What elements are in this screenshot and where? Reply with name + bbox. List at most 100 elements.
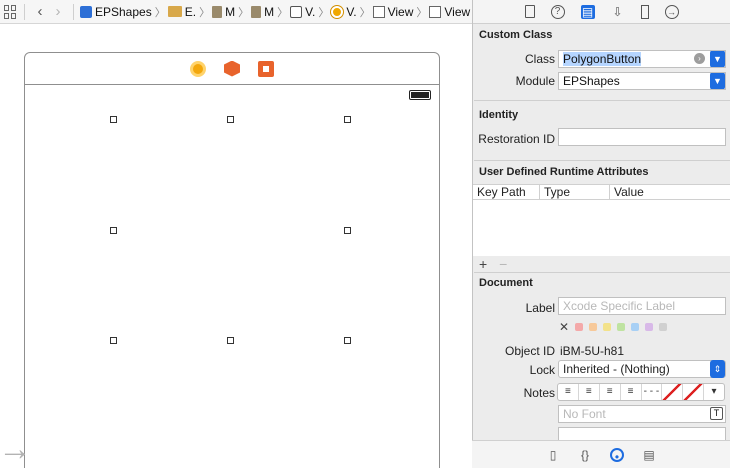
column-header[interactable]: Key Path (473, 185, 539, 201)
column-header[interactable]: Type (539, 185, 609, 201)
library-tab-bar: ▯ {} • ▤ (472, 440, 730, 468)
breadcrumb-item[interactable]: View 〉 (372, 0, 430, 23)
section-title: Identity (479, 109, 519, 121)
chevron-right-icon: 〉 (199, 6, 211, 19)
custom-class-section: Custom Class Class PolygonButton › ▼ Mod… (474, 25, 730, 101)
go-to-class-icon[interactable]: › (694, 53, 705, 64)
storyboard-canvas[interactable]: → (0, 24, 472, 468)
view-controller-icon[interactable] (190, 60, 206, 77)
label-color-swatch[interactable] (631, 323, 639, 331)
chevron-right-icon: 〉 (277, 6, 289, 19)
chevron-down-icon[interactable]: ▼ (710, 51, 725, 67)
runtime-attributes-table[interactable] (473, 200, 730, 256)
class-combobox[interactable]: PolygonButton › ▼ (558, 50, 726, 68)
doc-label-label: Label (525, 301, 555, 315)
file-icon (212, 5, 223, 18)
class-field-value: PolygonButton (563, 52, 642, 66)
lock-label: Lock (529, 363, 555, 377)
add-attribute-button[interactable]: + (479, 256, 487, 272)
lock-popup-value: Inherited - (Nothing) (563, 362, 670, 376)
breadcrumb-item[interactable]: View (429, 0, 470, 23)
breadcrumb-item[interactable]: M 〉 (212, 0, 251, 23)
resize-handle[interactable] (110, 116, 117, 123)
color-well-icon[interactable] (662, 384, 684, 400)
size-inspector-icon[interactable] (640, 4, 649, 19)
font-picker-icon[interactable]: T (710, 407, 723, 420)
label-color-swatch[interactable] (589, 323, 597, 331)
scene-dock (25, 53, 439, 85)
file-template-library-icon[interactable]: ▯ (546, 448, 560, 462)
restoration-id-field[interactable] (558, 128, 726, 146)
resize-handle[interactable] (227, 337, 234, 344)
file-inspector-icon[interactable] (524, 5, 535, 18)
back-arrow-icon[interactable]: ‹ (31, 3, 49, 20)
jump-bar: ‹ › EPShapes 〉 E. 〉 M 〉 M 〉 V. 〉 V. 〉 Vi… (0, 0, 472, 24)
resize-handle[interactable] (344, 227, 351, 234)
resize-handle[interactable] (110, 227, 117, 234)
align-justify-icon[interactable]: ≡ (621, 384, 642, 400)
breadcrumb-item[interactable]: EPShapes 〉 (80, 0, 168, 23)
view-icon (372, 5, 385, 18)
label-color-swatch[interactable] (645, 323, 653, 331)
quick-help-icon[interactable]: ? (550, 4, 565, 19)
notes-label: Notes (523, 386, 555, 400)
notes-font-placeholder: No Font (563, 407, 606, 421)
resize-handle[interactable] (344, 116, 351, 123)
first-responder-icon[interactable] (224, 60, 240, 77)
align-left-icon[interactable]: ≡ (558, 384, 579, 400)
breadcrumb-item[interactable]: V. 〉 (331, 0, 372, 23)
align-right-icon[interactable]: ≡ (600, 384, 621, 400)
inspector-tab-bar: ? ▤ ⇩ → (473, 0, 730, 24)
chevron-right-icon: 〉 (359, 6, 371, 19)
background-color-icon[interactable] (683, 384, 705, 400)
breadcrumb-label: M (225, 4, 236, 19)
forward-arrow-icon[interactable]: › (49, 3, 67, 20)
label-color-swatch[interactable] (659, 323, 667, 331)
more-options-icon[interactable]: ▾ (704, 384, 724, 400)
view-controller-icon (331, 5, 344, 18)
breadcrumb-item[interactable]: E. 〉 (167, 0, 212, 23)
label-color-swatch[interactable] (603, 323, 611, 331)
code-snippet-library-icon[interactable]: {} (578, 448, 592, 462)
clear-label-color-icon[interactable]: ✕ (559, 321, 569, 333)
breadcrumb-label: E. (184, 4, 197, 19)
remove-attribute-button[interactable]: − (499, 256, 507, 272)
resize-handle[interactable] (344, 337, 351, 344)
view-controller-scene[interactable] (24, 52, 440, 468)
align-center-icon[interactable]: ≡ (579, 384, 600, 400)
entry-point-arrow-icon[interactable]: → (0, 432, 32, 466)
breadcrumb-label: V. (346, 4, 357, 19)
chevron-right-icon: 〉 (318, 6, 330, 19)
runtime-attributes-buttons: + − (479, 256, 515, 272)
object-library-icon[interactable]: • (610, 447, 624, 464)
label-color-swatch[interactable] (575, 323, 583, 331)
lock-popup[interactable]: Inherited - (Nothing) ⇕ (558, 360, 726, 378)
resize-handle[interactable] (227, 116, 234, 123)
column-header[interactable]: Value (609, 185, 730, 201)
breadcrumb-label: EPShapes (95, 4, 152, 19)
folder-icon (167, 6, 182, 17)
chevron-right-icon: 〉 (238, 6, 250, 19)
connections-inspector-icon[interactable]: → (664, 4, 679, 19)
label-color-swatch[interactable] (617, 323, 625, 331)
identity-inspector-icon[interactable]: ▤ (580, 4, 595, 19)
module-label: Module (515, 74, 555, 88)
jumpbar-divider (24, 3, 25, 20)
breadcrumb-label: V. (305, 4, 316, 19)
chevron-down-icon[interactable]: ▼ (710, 73, 725, 89)
exit-icon[interactable] (258, 60, 274, 77)
line-style-icon[interactable]: - - - (642, 384, 663, 400)
breadcrumb-item[interactable]: M 〉 (251, 0, 290, 23)
media-library-icon[interactable]: ▤ (642, 448, 656, 462)
xcode-label-field[interactable]: Xcode Specific Label (558, 297, 726, 315)
notes-font-field[interactable]: No Font T (558, 405, 726, 423)
attributes-inspector-icon[interactable]: ⇩ (611, 5, 625, 19)
storyboard-scene-icon (290, 5, 303, 18)
runtime-attributes-table-header: Key Path Type Value (473, 184, 730, 201)
resize-handle[interactable] (110, 337, 117, 344)
breadcrumb-item[interactable]: V. 〉 (290, 0, 331, 23)
module-combobox[interactable]: EPShapes ▼ (558, 72, 726, 90)
chevron-updown-icon[interactable]: ⇕ (710, 360, 725, 378)
module-field-value: EPShapes (563, 74, 620, 88)
related-items-icon[interactable] (4, 4, 18, 19)
